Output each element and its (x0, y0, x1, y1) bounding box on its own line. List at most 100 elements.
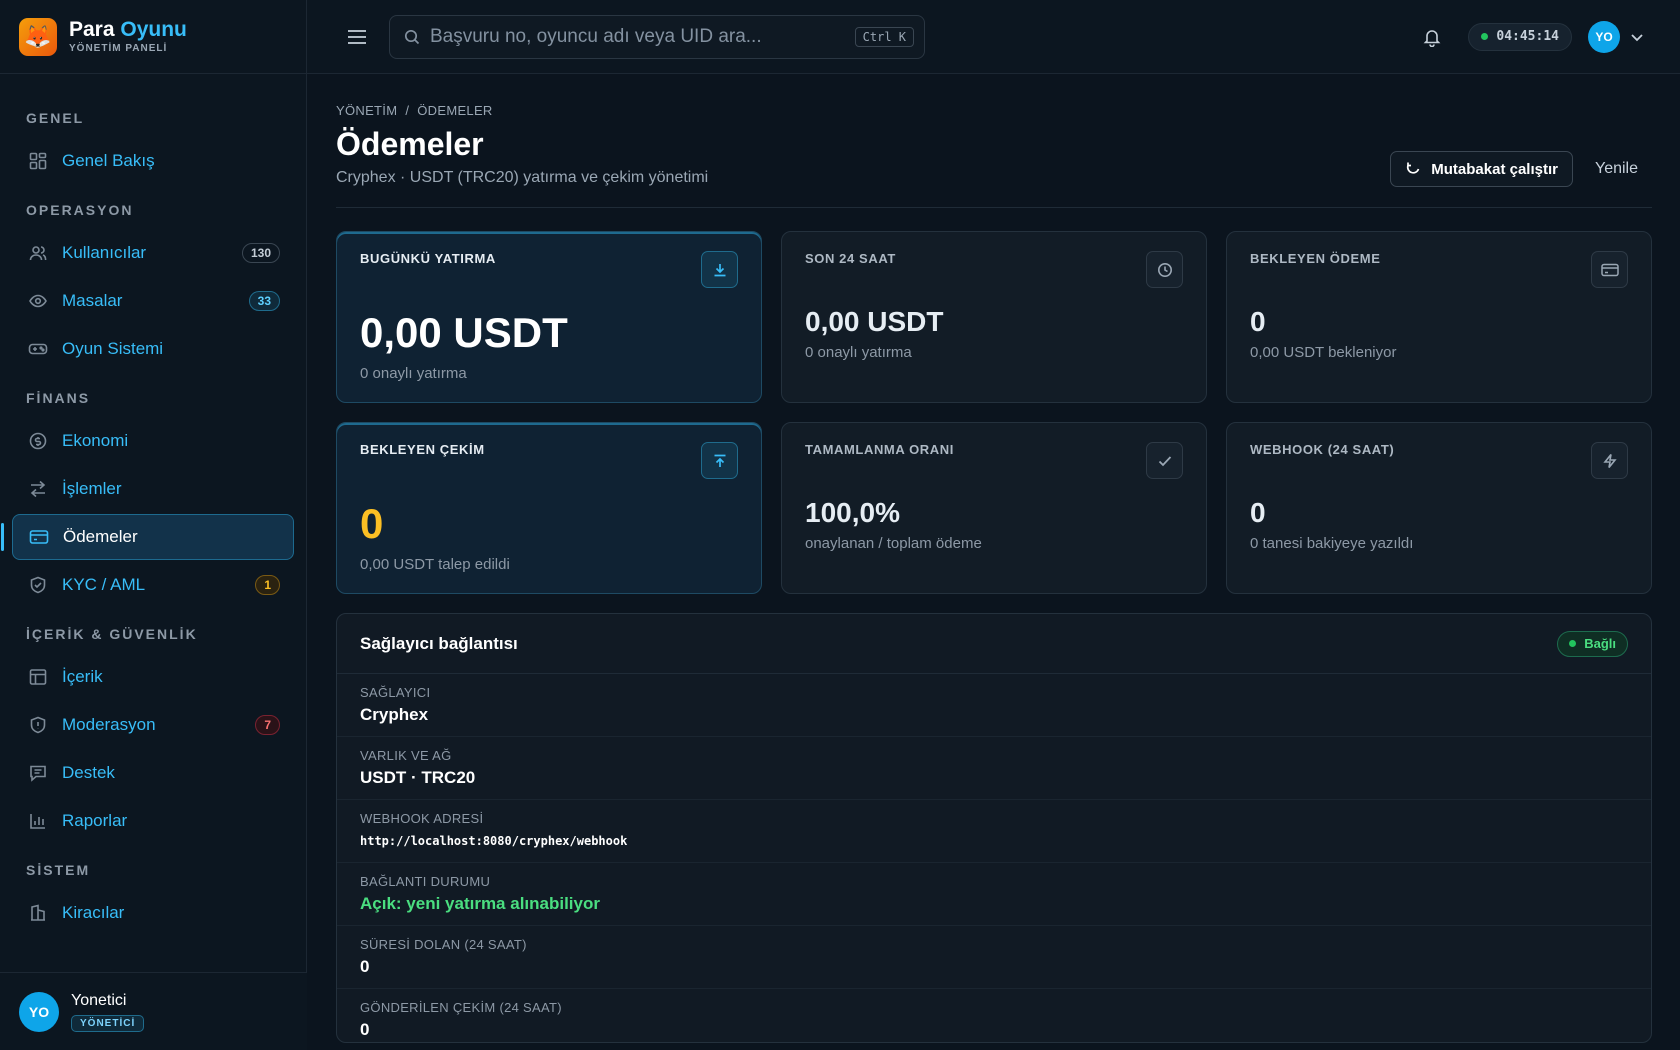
user-name: Yonetici (71, 991, 127, 1009)
sidebar-item-label: Moderasyon (62, 715, 156, 734)
reconcile-button[interactable]: Mutabakat çalıştır (1390, 151, 1573, 187)
sidebar-item-odemeler[interactable]: Ödemeler (1, 514, 294, 560)
stat-card-webhook: WEBHOOK (24 SAAT) 0 0 tanesi bakiyeye ya… (1226, 422, 1652, 594)
stat-card-label: BEKLEYEN ÖDEME (1250, 251, 1381, 266)
brand-name-first: Para (69, 18, 115, 41)
info-row-label: SÜRESİ DOLAN (24 SAAT) (360, 937, 527, 952)
bolt-icon (1591, 442, 1628, 479)
sidebar-item-raporlar[interactable]: Raporlar (12, 798, 294, 844)
sidebar-item-label: Masalar (62, 291, 123, 310)
sidebar-item-kyc-aml[interactable]: KYC / AML 1 (12, 562, 294, 608)
users-icon (28, 243, 48, 263)
stat-card-label: BUGÜNKÜ YATIRMA (360, 251, 496, 266)
coin-icon (28, 431, 48, 451)
reconcile-label: Mutabakat çalıştır (1431, 160, 1558, 178)
grid-icon (28, 151, 48, 171)
info-row-label: GÖNDERİLEN ÇEKİM (24 SAAT) (360, 1000, 562, 1015)
stat-card-label: SON 24 SAAT (805, 251, 896, 266)
stat-card-value: 0 (1250, 497, 1266, 528)
stat-card-value: 100,0% (805, 497, 900, 528)
sidebar-item-moderasyon[interactable]: Moderasyon 7 (12, 702, 294, 748)
shield-alert-icon (28, 715, 48, 735)
brand-name-second: Oyunu (120, 18, 187, 41)
stat-card-note: 0 tanesi bakiyeye yazıldı (1250, 535, 1414, 552)
shortcut-hint: Ctrl K (854, 26, 914, 47)
layout-icon (28, 667, 48, 687)
stat-card-note: 0,00 USDT bekleniyor (1250, 344, 1397, 361)
breadcrumb-root[interactable]: YÖNETİM (336, 103, 397, 118)
refresh-button[interactable]: Yenile (1595, 160, 1638, 178)
info-row: SÜRESİ DOLAN (24 SAAT) 0 (337, 926, 1651, 989)
stat-card-note: onaylanan / toplam ödeme (805, 535, 982, 552)
nav-section-icerik-guvenlik: İÇERİK & GÜVENLİK (26, 626, 198, 642)
count-badge: 1 (255, 575, 280, 595)
stat-card-value: 0 (1250, 306, 1266, 337)
stat-card-label: TAMAMLANMA ORANI (805, 442, 954, 457)
stat-card-last-24h: SON 24 SAAT 0,00 USDT 0 onaylı yatırma (781, 231, 1207, 403)
breadcrumb-current: ÖDEMELER (417, 103, 493, 118)
info-row-label: BAĞLANTI DURUMU (360, 874, 491, 889)
breadcrumb: YÖNETİM / ÖDEMELER (336, 103, 1652, 118)
sidebar-item-label: Destek (62, 763, 115, 782)
avatar: YO (19, 991, 59, 1032)
sidebar-item-label: KYC / AML (62, 575, 146, 594)
stat-card-value: 0,00 USDT (805, 306, 944, 337)
refresh-icon (1405, 161, 1421, 177)
fox-logo-icon: 🦊 (19, 17, 57, 56)
bar-chart-icon (28, 811, 48, 831)
clock-icon (1146, 251, 1183, 288)
sidebar-item-genel-bakis[interactable]: Genel Bakış (12, 138, 294, 184)
sidebar-item-kiracilar[interactable]: Kiracılar (12, 890, 294, 936)
brand[interactable]: 🦊 Para Oyunu YÖNETİM PANELİ (0, 0, 306, 74)
stat-card-value: 0 (360, 500, 384, 547)
sidebar-item-label: Kullanıcılar (62, 243, 147, 262)
sidebar-item-islemler[interactable]: İşlemler (12, 466, 294, 512)
info-row-value: 0 (360, 1020, 370, 1039)
page-subtitle: Cryphex · USDT (TRC20) yatırma ve çekim … (336, 169, 709, 186)
sidebar-item-icerik[interactable]: İçerik (12, 654, 294, 700)
server-clock: 04:45:14 (1468, 22, 1572, 51)
sidebar-item-kullanicilar[interactable]: Kullanıcılar 130 (12, 230, 294, 276)
gamepad-icon (28, 339, 48, 359)
user-panel[interactable]: YO Yonetici YÖNETİCİ (0, 972, 307, 1050)
count-badge: 33 (248, 291, 280, 311)
main-content: YÖNETİM / ÖDEMELER Ödemeler Cryphex · USDT… (336, 74, 1652, 1043)
chevron-down-icon[interactable] (1630, 30, 1644, 44)
card-icon (1591, 251, 1628, 288)
sidebar-item-label: Ekonomi (62, 431, 129, 450)
count-badge: 7 (255, 715, 280, 735)
sidebar-item-masalar[interactable]: Masalar 33 (12, 278, 294, 324)
stat-card-completion-rate: TAMAMLANMA ORANI 100,0% onaylanan / topl… (781, 422, 1207, 594)
nav-section-genel: GENEL (26, 110, 85, 126)
transfer-icon (28, 479, 48, 499)
nav-section-sistem: SİSTEM (26, 862, 91, 878)
upload-icon (701, 442, 738, 479)
stat-card-todays-deposit: BUGÜNKÜ YATIRMA 0,00 USDT 0 onaylı yatır… (336, 231, 762, 403)
search-box[interactable]: Ctrl K (389, 14, 925, 59)
nav-section-finans: FİNANS (26, 390, 91, 406)
sidebar-item-ekonomi[interactable]: Ekonomi (12, 418, 294, 464)
eye-icon (28, 291, 48, 311)
message-icon (28, 763, 48, 783)
info-row-label: VARLIK VE AĞ (360, 748, 452, 763)
search-icon (404, 29, 420, 45)
webhook-url[interactable]: http://localhost:8080/cryphex/webhook (360, 834, 1628, 848)
status-badge: Bağlı (1557, 630, 1628, 657)
stat-card-label: WEBHOOK (24 SAAT) (1250, 442, 1395, 457)
stat-card-value: 0,00 USDT (360, 309, 568, 356)
info-row: SAĞLAYICI Cryphex (337, 674, 1651, 737)
sidebar-item-destek[interactable]: Destek (12, 750, 294, 796)
info-row-label: WEBHOOK ADRESİ (360, 811, 484, 826)
search-input[interactable] (430, 25, 855, 48)
info-row-label: SAĞLAYICI (360, 685, 431, 700)
bell-icon[interactable] (1418, 23, 1446, 51)
info-row-value: Cryphex (360, 705, 429, 724)
sidebar-item-label: Ödemeler (63, 527, 138, 546)
sidebar-item-label: Raporlar (62, 811, 128, 830)
avatar[interactable]: YO (1588, 20, 1620, 53)
info-row-value: 0 (360, 957, 370, 976)
sidebar-item-label: Oyun Sistemi (62, 339, 164, 358)
menu-icon[interactable] (343, 23, 371, 51)
sidebar-item-oyun-sistemi[interactable]: Oyun Sistemi (12, 326, 294, 372)
building-icon (28, 903, 48, 923)
